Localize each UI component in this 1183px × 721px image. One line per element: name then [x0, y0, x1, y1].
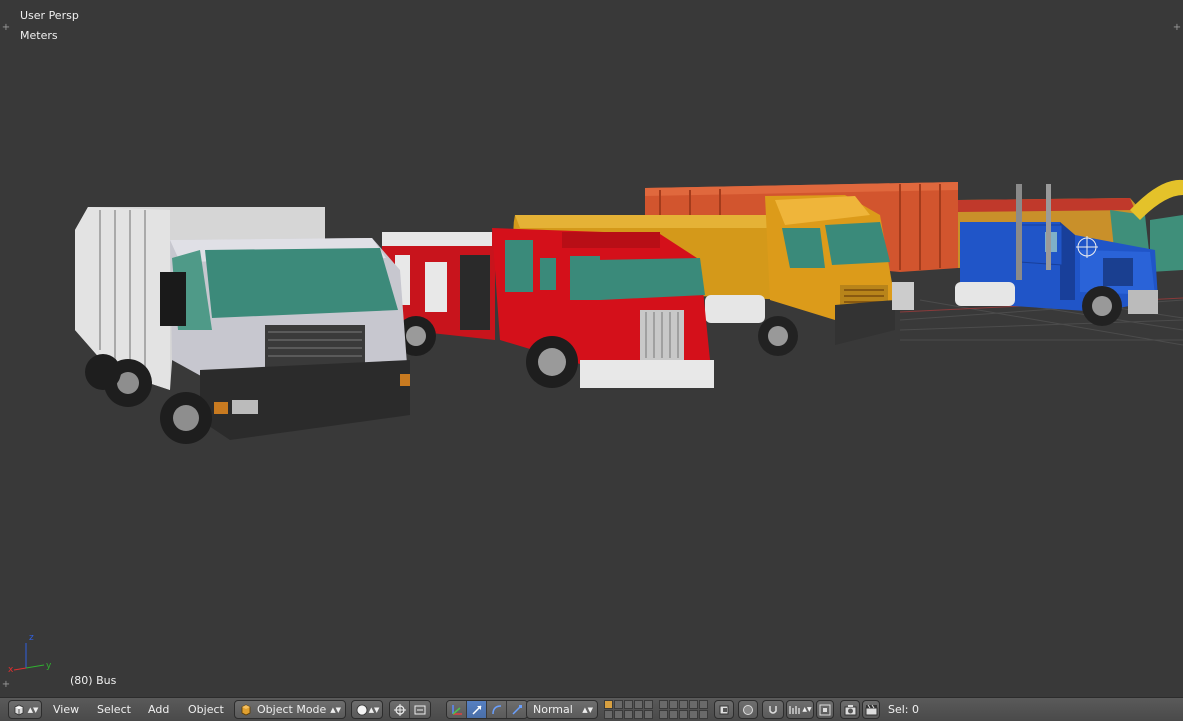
pivot-point-icon — [393, 703, 406, 716]
axis-gizmo: z y x — [8, 633, 52, 675]
circle-outline-icon — [743, 704, 753, 715]
units-label: Meters — [20, 29, 58, 42]
render-only-button[interactable] — [738, 700, 758, 719]
pivot-point-button[interactable] — [390, 701, 410, 718]
rotate-icon — [491, 704, 501, 714]
solid-sphere-icon — [355, 703, 369, 717]
3d-view-header: ▲▼ View Select Add Object Object Mode ▲▼… — [0, 697, 1183, 721]
manipulator-group — [446, 700, 528, 719]
updown-icon: ▲▼ — [368, 705, 380, 714]
updown-icon: ▲▼ — [27, 705, 39, 714]
clapperboard-icon — [865, 704, 877, 715]
manipulator-icon — [451, 704, 462, 715]
magnet-icon — [769, 705, 777, 714]
object-info: (80) Bus — [70, 674, 117, 687]
manipulator-toggle[interactable] — [447, 701, 467, 718]
3d-view-icon — [12, 703, 26, 717]
updown-icon: ▲▼ — [330, 705, 341, 714]
rotate-button[interactable] — [487, 701, 507, 718]
pivot-align-button[interactable] — [410, 701, 430, 718]
snap-target-button[interactable] — [816, 700, 834, 719]
scale-button[interactable] — [507, 701, 527, 718]
proportional-edit-button[interactable] — [762, 700, 784, 719]
axis-x-label: x — [8, 665, 14, 675]
garbage-truck[interactable] — [75, 207, 410, 444]
pivot-group — [389, 700, 431, 719]
layers-group-1[interactable] — [604, 700, 653, 719]
translate-arrow-icon — [471, 704, 482, 715]
menu-view[interactable]: View — [53, 703, 79, 716]
manipulator-align-icon — [414, 705, 426, 714]
mode-selector[interactable]: Object Mode ▲▼ — [234, 700, 346, 719]
region-toggle-right-icon[interactable]: + — [1172, 23, 1182, 33]
region-toggle-bottom-icon[interactable]: + — [1, 680, 11, 690]
axis-y-label: y — [46, 661, 52, 671]
snap-target-icon — [819, 704, 831, 715]
region-toggle-left-icon[interactable]: + — [1, 23, 11, 33]
menu-add[interactable]: Add — [148, 703, 169, 716]
camera-icon — [844, 704, 856, 715]
editor-type-button[interactable]: ▲▼ — [8, 700, 42, 719]
orientation-label: Normal — [533, 703, 573, 716]
fire-truck[interactable] — [382, 228, 714, 388]
scene-render[interactable]: z y x — [0, 0, 1183, 697]
axis-z-label: z — [29, 633, 34, 643]
menu-select[interactable]: Select — [97, 703, 131, 716]
mode-label: Object Mode — [257, 703, 327, 716]
view-name: User Persp — [20, 9, 79, 22]
updown-icon: ▲▼ — [802, 706, 812, 713]
3d-viewport[interactable]: z y x + + + User Persp Meters (80) Bus — [0, 0, 1183, 697]
translate-button[interactable] — [467, 701, 487, 718]
lock-camera-button[interactable] — [714, 700, 734, 719]
menu-object[interactable]: Object — [188, 703, 224, 716]
orientation-selector[interactable]: Normal ▲▼ — [526, 700, 598, 719]
layer-lock-icon — [719, 705, 729, 714]
viewport-shading-button[interactable]: ▲▼ — [351, 700, 383, 719]
render-animation-button[interactable] — [862, 700, 880, 719]
updown-icon: ▲▼ — [582, 705, 593, 714]
snap-increment-icon — [789, 705, 800, 714]
render-opengl-button[interactable] — [840, 700, 860, 719]
selection-info: Sel: 0 — [888, 703, 920, 716]
scale-icon — [512, 704, 522, 715]
snap-element-button[interactable]: ▲▼ — [786, 700, 814, 719]
cube-icon — [239, 703, 253, 717]
layers-group-2[interactable] — [659, 700, 708, 719]
